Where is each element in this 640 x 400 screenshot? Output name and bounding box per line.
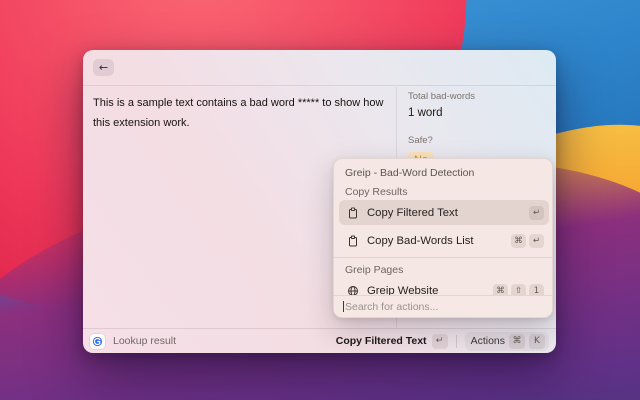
menu-item-label: Copy Bad-Words List bbox=[367, 235, 508, 247]
total-badwords-label: Total bad-words bbox=[408, 91, 556, 102]
enter-key-badge: ↵ bbox=[432, 334, 448, 349]
bottom-bar-actions: Copy Filtered Text ↵ Actions ⌘ K bbox=[336, 332, 549, 351]
actions-menu-title: Greip - Bad-Word Detection bbox=[345, 167, 474, 179]
bar-separator bbox=[456, 335, 457, 348]
status-bar: Lookup result Copy Filtered Text ↵ Actio… bbox=[83, 328, 556, 353]
text-cursor bbox=[343, 301, 344, 312]
actions-button[interactable]: Actions ⌘ K bbox=[465, 332, 549, 351]
menu-item-label: Copy Filtered Text bbox=[367, 207, 526, 219]
actions-menu: Greip - Bad-Word Detection Copy Results … bbox=[333, 158, 553, 318]
cmd-key-badge: ⌘ bbox=[511, 234, 526, 248]
k-key-badge: K bbox=[529, 334, 545, 349]
safe-label: Safe? bbox=[408, 135, 556, 146]
enter-key-badge: ↵ bbox=[529, 206, 544, 220]
actions-label: Actions bbox=[471, 335, 505, 347]
detail-panel: Total bad-words 1 word Safe? No bbox=[408, 87, 556, 169]
greip-logo-icon bbox=[90, 334, 105, 349]
enter-key-badge: ↵ bbox=[529, 234, 544, 248]
clipboard-icon bbox=[347, 235, 359, 247]
actions-search-field[interactable]: Search for actions... bbox=[334, 295, 552, 317]
menu-section-divider bbox=[334, 257, 552, 258]
menu-item-copy-bad-words-list[interactable]: Copy Bad-Words List ⌘ ↵ bbox=[339, 228, 549, 253]
search-placeholder: Search for actions... bbox=[345, 301, 438, 313]
cmd-key-badge: ⌘ bbox=[509, 334, 525, 349]
status-text: Lookup result bbox=[113, 335, 176, 347]
window-header: ← bbox=[83, 50, 556, 86]
total-badwords-value: 1 word bbox=[408, 107, 556, 119]
section-greip-pages: Greip Pages bbox=[345, 264, 403, 276]
extension-window: ← This is a sample text contains a bad w… bbox=[83, 50, 556, 353]
clipboard-icon bbox=[347, 207, 359, 219]
result-text: This is a sample text contains a bad wor… bbox=[93, 93, 391, 133]
back-arrow-icon: ← bbox=[99, 62, 108, 73]
primary-action-button[interactable]: Copy Filtered Text bbox=[336, 335, 427, 347]
section-copy-results: Copy Results bbox=[345, 186, 407, 198]
back-button[interactable]: ← bbox=[93, 59, 114, 76]
menu-item-copy-filtered-text[interactable]: Copy Filtered Text ↵ bbox=[339, 200, 549, 225]
